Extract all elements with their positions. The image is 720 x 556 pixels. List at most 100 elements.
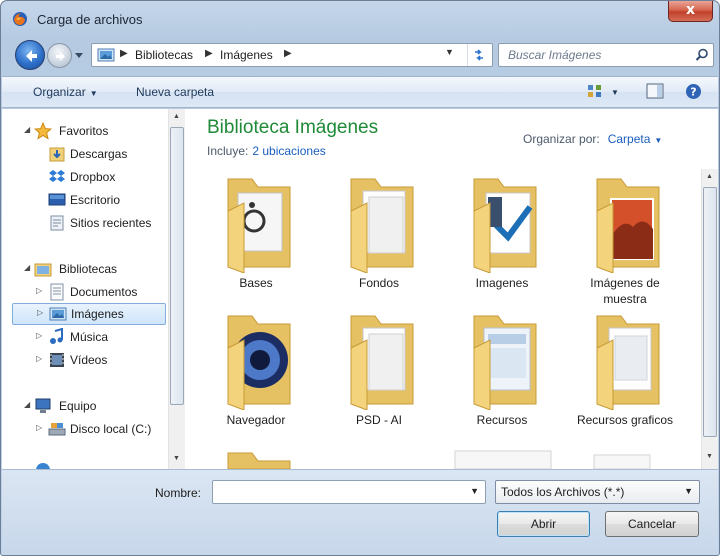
chevron-down-icon[interactable]: ▼ <box>470 486 479 496</box>
folder-item[interactable]: Fondos <box>325 177 433 307</box>
collapsed-triangle-icon[interactable]: ▷ <box>36 423 42 432</box>
breadcrumb-imagenes[interactable]: Imágenes <box>220 48 273 62</box>
folder-item[interactable]: Bases <box>202 177 310 307</box>
preview-pane-icon[interactable] <box>646 83 664 99</box>
file-partial-icon[interactable] <box>453 449 553 469</box>
folder-item[interactable]: Imagenes <box>448 177 556 307</box>
recent-pages-dropdown[interactable] <box>74 51 84 59</box>
folder-partial-icon[interactable] <box>214 451 298 469</box>
scroll-up-arrow[interactable]: ▲ <box>173 113 180 120</box>
scroll-down-arrow[interactable]: ▼ <box>706 453 713 460</box>
tree-item-imagenes[interactable]: ▷ Imágenes <box>12 303 166 325</box>
folder-checkmark-icon <box>473 178 537 273</box>
arrange-by: Organizar por: Carpeta ▼ <box>523 132 662 146</box>
expanded-triangle-icon[interactable]: ◢ <box>24 400 30 409</box>
local-disk-icon <box>48 423 66 436</box>
content-area: ◢ Favoritos Descargas Dropbox Escritorio… <box>2 109 718 469</box>
recent-places-icon <box>50 215 64 231</box>
command-toolbar: Organizar ▼ Nueva carpeta ▼ ? <box>2 76 718 108</box>
folder-item[interactable]: Imágenes de muestra <box>571 177 679 307</box>
dropbox-icon <box>49 170 65 182</box>
expanded-triangle-icon[interactable]: ◢ <box>24 125 30 134</box>
collapsed-triangle-icon[interactable]: ▷ <box>36 286 42 295</box>
organize-menu-button[interactable]: Organizar ▼ <box>33 85 98 99</box>
library-scrollbar[interactable]: ▲ ▼ <box>701 169 718 469</box>
tree-item-dropbox[interactable]: Dropbox <box>12 167 162 187</box>
refresh-icon <box>475 49 483 61</box>
collapsed-triangle-icon[interactable]: ▷ <box>37 308 43 317</box>
tree-item-network-partial[interactable] <box>30 459 50 469</box>
locations-link[interactable]: 2 ubicaciones <box>252 144 325 158</box>
tree-label: Escritorio <box>70 193 121 207</box>
view-options-dropdown[interactable]: ▼ <box>611 88 619 97</box>
change-view-icon[interactable] <box>587 83 603 99</box>
folder-app-icon <box>227 315 291 410</box>
folder-label: Fondos <box>358 276 400 290</box>
tree-favorites[interactable]: ◢ Favoritos <box>12 121 162 141</box>
scroll-up-arrow[interactable]: ▲ <box>706 173 713 180</box>
help-icon[interactable]: ? <box>685 83 702 100</box>
network-icon <box>36 463 50 469</box>
search-input[interactable]: Buscar Imágenes <box>498 43 714 67</box>
breadcrumb-bibliotecas[interactable]: Bibliotecas <box>135 48 193 62</box>
arrange-label: Organizar por: <box>523 132 600 146</box>
folder-item[interactable]: Navegador <box>202 314 310 444</box>
back-button[interactable] <box>15 40 45 70</box>
folder-label: PSD - AI <box>355 413 402 427</box>
tree-computer[interactable]: ◢ Equipo <box>12 396 162 416</box>
tree-label: Descargas <box>70 147 128 161</box>
folder-wheelchair-icon <box>227 178 291 273</box>
breadcrumb-separator[interactable]: ▶ <box>120 48 128 59</box>
file-partial-icon[interactable] <box>592 453 652 469</box>
search-placeholder: Buscar Imágenes <box>508 48 602 62</box>
tree-item-escritorio[interactable]: Escritorio <box>12 190 162 210</box>
library-title: Biblioteca Imágenes <box>207 117 379 138</box>
refresh-button[interactable] <box>467 44 491 66</box>
tree-item-documentos[interactable]: ▷ Documentos <box>12 282 162 302</box>
title-bar[interactable]: Carga de archivos x <box>1 1 719 35</box>
organize-label: Organizar <box>33 85 86 99</box>
open-button[interactable]: Abrir <box>497 511 590 537</box>
forward-button[interactable] <box>47 43 72 68</box>
star-icon <box>34 122 52 140</box>
collapsed-triangle-icon[interactable]: ▷ <box>36 331 42 340</box>
expanded-triangle-icon[interactable]: ◢ <box>24 263 30 272</box>
tree-item-descargas[interactable]: Descargas <box>12 144 162 164</box>
folder-screenshots-icon <box>473 315 537 410</box>
tree-item-disco-local[interactable]: ▷ Disco local (C:) <box>12 419 162 439</box>
tree-label: Bibliotecas <box>59 262 118 276</box>
folder-photo-icon <box>596 178 660 273</box>
new-folder-button[interactable]: Nueva carpeta <box>136 85 214 99</box>
address-bar[interactable]: ▶ Bibliotecas ▶ Imágenes ▶ ▼ <box>91 43 493 67</box>
breadcrumb-separator[interactable]: ▶ <box>284 48 292 59</box>
tree-libraries[interactable]: ◢ Bibliotecas <box>12 259 162 279</box>
navigation-scrollbar[interactable]: ▲ ▼ <box>168 109 185 469</box>
search-icon[interactable] <box>695 48 709 62</box>
close-button[interactable]: x <box>668 1 713 22</box>
tree-item-sitios-recientes[interactable]: Sitios recientes <box>12 213 162 233</box>
scrollbar-thumb[interactable] <box>170 127 184 405</box>
desktop-icon <box>48 193 66 206</box>
file-type-select[interactable]: Todos los Archivos (*.*) ▼ <box>495 480 700 504</box>
cancel-button[interactable]: Cancelar <box>605 511 699 537</box>
library-view[interactable]: Biblioteca Imágenes Incluye: 2 ubicacione… <box>187 109 718 469</box>
filename-input[interactable]: ▼ <box>212 480 486 504</box>
scrollbar-thumb[interactable] <box>703 187 717 437</box>
tree-item-videos[interactable]: ▷ Vídeos <box>12 350 162 370</box>
folder-item[interactable]: Recursos <box>448 314 556 444</box>
arrange-by-dropdown[interactable]: Carpeta <box>608 132 651 146</box>
folder-documents-icon <box>350 315 414 410</box>
chevron-down-icon[interactable]: ▼ <box>654 136 662 145</box>
chevron-down-icon[interactable]: ▼ <box>445 47 454 57</box>
folder-item[interactable]: Recursos graficos <box>571 314 679 444</box>
breadcrumb-separator[interactable]: ▶ <box>205 48 213 59</box>
folder-item[interactable]: PSD - AI <box>325 314 433 444</box>
filename-label: Nombre: <box>155 486 202 500</box>
scroll-down-arrow[interactable]: ▼ <box>173 455 180 462</box>
tree-item-musica[interactable]: ▷ Música <box>12 327 162 347</box>
collapsed-triangle-icon[interactable]: ▷ <box>36 354 42 363</box>
folder-label: Navegador <box>226 413 286 427</box>
tree-label: Dropbox <box>70 170 116 184</box>
navigation-pane[interactable]: ◢ Favoritos Descargas Dropbox Escritorio… <box>2 109 185 469</box>
arrow-right-icon <box>56 52 65 61</box>
